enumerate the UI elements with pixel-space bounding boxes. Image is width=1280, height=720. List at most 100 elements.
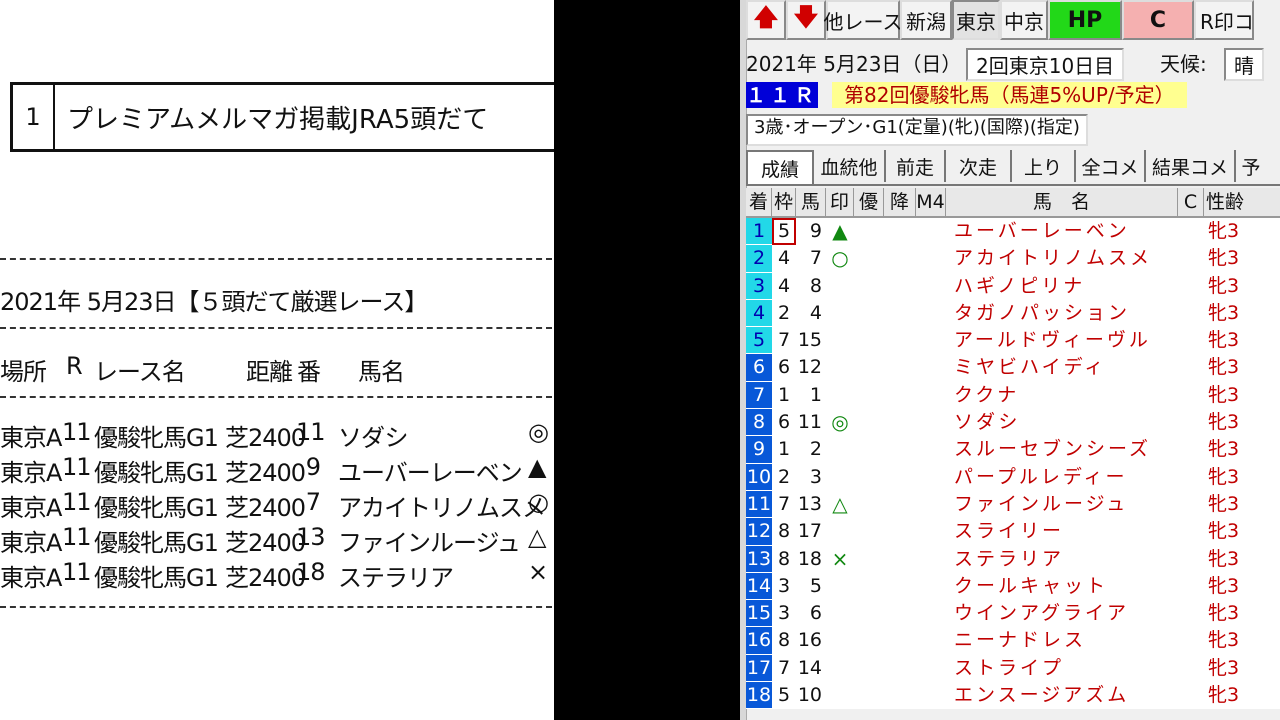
- pick-venue: 東京A: [0, 494, 62, 522]
- bracket-number: 2: [777, 301, 791, 324]
- c-cell: [1178, 464, 1204, 491]
- c-button[interactable]: C: [1122, 0, 1194, 40]
- header-dist: 距離: [246, 358, 293, 386]
- hp-button[interactable]: HP: [1048, 0, 1122, 40]
- priority-cell: [854, 546, 884, 573]
- table-row[interactable]: 18 5 10 エンスージアズム 牝3: [746, 682, 1280, 710]
- bracket-number: 1: [777, 383, 791, 406]
- tab-more[interactable]: 予: [1236, 150, 1266, 182]
- black-gap: [554, 0, 740, 720]
- pick-horse-number: 18: [296, 558, 326, 586]
- m4-cell: [916, 409, 946, 436]
- col-m4[interactable]: M4: [916, 188, 946, 216]
- table-row[interactable]: 3 4 8 ハギノピリナ 牝3: [746, 272, 1280, 300]
- pick-horse-number: 9: [305, 453, 321, 481]
- demoted-cell: [884, 546, 916, 573]
- pick-venue: 東京A: [0, 424, 62, 452]
- sex-age: 牝3: [1208, 274, 1240, 297]
- table-row[interactable]: 6 6 12 ミヤビハイディ 牝3: [746, 354, 1280, 382]
- tab-all-comments[interactable]: 全コメ: [1076, 150, 1146, 182]
- col-priority[interactable]: 優: [854, 188, 884, 216]
- col-sex-age[interactable]: 性齢: [1204, 188, 1280, 216]
- bracket-number: 5: [772, 218, 796, 246]
- horse-name: パープルレディー: [954, 465, 1128, 488]
- up-arrow-icon[interactable]: 🡅: [746, 0, 786, 40]
- table-header: 場所 R レース名 距離 番 馬名: [0, 350, 554, 386]
- pick-race-name: 優駿牝馬G1: [94, 459, 219, 487]
- table-row[interactable]: 9 1 2 スルーセブンシーズ 牝3: [746, 436, 1280, 464]
- m4-cell: [916, 300, 946, 327]
- pick-row: 東京A 11 優駿牝馬G1 芝2400 9 ユーバーレーベン ▲: [0, 451, 554, 487]
- pick-venue: 東京A: [0, 529, 62, 557]
- other-race-button[interactable]: 他レース: [824, 0, 903, 40]
- c-cell: [1178, 218, 1204, 245]
- col-horse-name[interactable]: 馬 名: [946, 188, 1178, 216]
- bracket-number: 8: [777, 547, 791, 570]
- bracket-number: 7: [777, 656, 791, 679]
- table-row[interactable]: 10 2 3 パープルレディー 牝3: [746, 463, 1280, 491]
- table-row[interactable]: 14 3 5 クールキャット 牝3: [746, 572, 1280, 601]
- table-row[interactable]: 4 2 4 タガノパッション 牝3: [746, 299, 1280, 328]
- divider-line: [0, 258, 552, 260]
- prediction-mark-icon: [826, 382, 854, 409]
- horse-name: ユーバーレーベン: [954, 220, 1130, 242]
- tab-results[interactable]: 成績: [746, 150, 814, 184]
- priority-cell: [854, 600, 884, 627]
- meeting-field: 2回東京10日目: [966, 48, 1125, 81]
- table-row[interactable]: 5 7 15 アールドヴィーヴル 牝3: [746, 327, 1280, 355]
- sex-age: 牝3: [1208, 547, 1240, 570]
- chukyo-button[interactable]: 中京: [1000, 0, 1048, 40]
- pick-race-number: 11: [62, 418, 92, 446]
- header-r: R: [66, 352, 83, 380]
- col-horse-number[interactable]: 馬: [796, 188, 826, 216]
- horse-number: 15: [797, 329, 822, 352]
- table-row[interactable]: 17 7 14 ストライプ 牝3: [746, 654, 1280, 683]
- tab-last-3f[interactable]: 上り: [1012, 150, 1076, 182]
- table-row[interactable]: 11 7 13 △ ファインルージュ 牝3: [746, 490, 1280, 519]
- pick-distance: 芝2400: [225, 459, 306, 487]
- tab-result-comments[interactable]: 結果コメ: [1146, 150, 1236, 182]
- pick-race-name: 優駿牝馬G1: [94, 529, 219, 557]
- horse-name: クールキャット: [954, 574, 1109, 597]
- table-row[interactable]: 1 5 9 ▲ ユーバーレーベン 牝3: [746, 218, 1280, 246]
- demoted-cell: [884, 300, 916, 327]
- tokyo-button[interactable]: 東京: [952, 0, 1000, 40]
- table-row[interactable]: 8 6 11 ◎ ソダシ 牝3: [746, 409, 1280, 437]
- table-row[interactable]: 7 1 1 ククナ 牝3: [746, 381, 1280, 410]
- demoted-cell: [884, 573, 916, 600]
- col-mark[interactable]: 印: [826, 188, 854, 216]
- race-info-line: 2021年 5月23日（日） 2回東京10日目 天候: 晴: [746, 46, 1280, 81]
- col-finish[interactable]: 着: [746, 188, 772, 216]
- table-row[interactable]: 2 4 7 ○ アカイトリノムスメ 牝3: [746, 245, 1280, 273]
- niigata-button[interactable]: 新潟: [900, 0, 952, 40]
- table-row[interactable]: 15 3 6 ウインアグライア 牝3: [746, 600, 1280, 628]
- m4-cell: [916, 218, 946, 245]
- demoted-cell: [884, 682, 916, 709]
- tab-next-race[interactable]: 次走: [946, 150, 1012, 182]
- table-row[interactable]: 12 8 17 スライリー 牝3: [746, 518, 1280, 546]
- table-row[interactable]: 13 8 18 × ステラリア 牝3: [746, 545, 1280, 573]
- pick-row: 東京A 11 優駿牝馬G1 芝2400 18 ステラリア ×: [0, 556, 554, 592]
- finish-position: 16: [746, 627, 772, 655]
- horse-name: ハギノピリナ: [954, 274, 1086, 297]
- col-c[interactable]: C: [1178, 188, 1204, 216]
- newsletter-title-box: 1 プレミアムメルマガ掲載JRA5頭だて: [10, 82, 554, 152]
- down-arrow-icon[interactable]: 🡇: [786, 0, 826, 40]
- pick-mark-icon: ▲: [528, 453, 546, 481]
- demoted-cell: [884, 518, 916, 545]
- divider-line: [0, 396, 552, 398]
- col-bracket[interactable]: 枠: [772, 188, 796, 216]
- r-print-button[interactable]: R印コ: [1194, 0, 1254, 40]
- m4-cell: [916, 273, 946, 300]
- m4-cell: [916, 682, 946, 709]
- horse-name: ステラリア: [954, 547, 1065, 570]
- tab-prev-race[interactable]: 前走: [886, 150, 946, 182]
- table-row[interactable]: 16 8 16 ニーナドレス 牝3: [746, 627, 1280, 655]
- col-demoted[interactable]: 降: [884, 188, 916, 216]
- sex-age: 牝3: [1208, 438, 1240, 461]
- tab-pedigree[interactable]: 血統他: [814, 150, 886, 182]
- pick-horse-name: ユーバーレーベン: [338, 459, 523, 487]
- pick-venue: 東京A: [0, 459, 62, 487]
- prediction-mark-icon: [826, 600, 854, 627]
- demoted-cell: [884, 273, 916, 300]
